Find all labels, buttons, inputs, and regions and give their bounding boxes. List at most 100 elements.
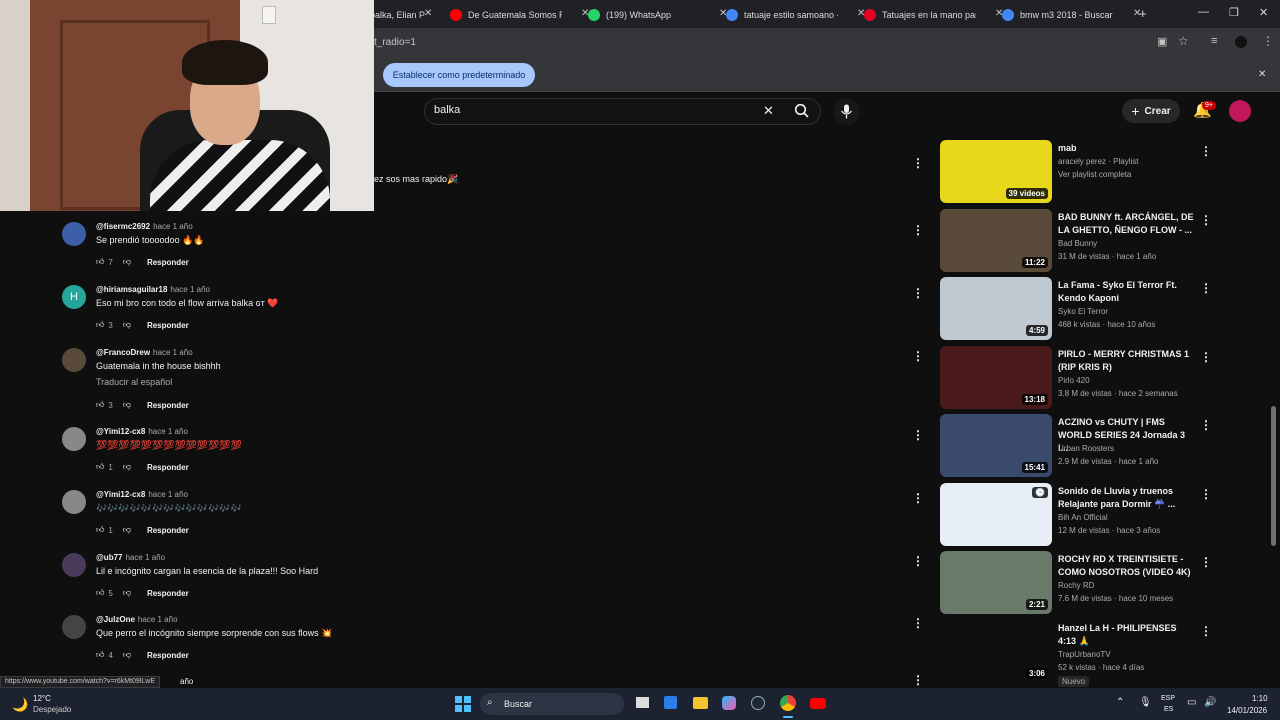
bookmark-star-icon[interactable]: ☆ — [1178, 34, 1189, 48]
comment-author[interactable]: @FrancoDrew — [96, 348, 150, 357]
like-icon[interactable]: 👍︎ — [96, 257, 104, 267]
dislike-icon[interactable]: 👎︎ — [123, 650, 131, 660]
language-top[interactable]: ESP — [1161, 695, 1175, 702]
related-video-item[interactable]: 15:41 ACZINO vs CHUTY | FMS WORLD SERIES … — [940, 414, 1212, 480]
install-icon[interactable]: ▣ — [1157, 35, 1167, 48]
taskbar-search[interactable] — [480, 693, 624, 715]
dislike-icon[interactable]: 👎︎ — [123, 462, 131, 472]
reply-button[interactable]: Responder — [147, 651, 189, 660]
video-thumbnail[interactable]: 3:06 — [940, 620, 1052, 683]
like-icon[interactable]: 👍︎ — [96, 400, 104, 410]
avatar[interactable] — [62, 615, 86, 639]
video-title[interactable]: mab — [1058, 142, 1194, 155]
channel-name[interactable]: Pirlo 420 — [1058, 376, 1090, 385]
reply-button[interactable]: Responder — [147, 321, 189, 330]
video-menu-icon[interactable]: ⋮ — [1200, 350, 1212, 364]
tray-mic-icon[interactable]: 🎙 — [1139, 697, 1152, 708]
dislike-icon[interactable]: 👎︎ — [123, 525, 131, 535]
like-icon[interactable]: 👍︎ — [96, 320, 104, 330]
video-menu-icon[interactable]: ⋮ — [1200, 213, 1212, 227]
comment-menu-icon[interactable]: ⋮ — [912, 349, 924, 363]
dislike-icon[interactable]: 👎︎ — [123, 320, 131, 330]
video-thumbnail[interactable]: 4:59 — [940, 277, 1052, 340]
partial-comment-menu-icon[interactable]: ⋮ — [912, 156, 924, 170]
avatar[interactable] — [62, 427, 86, 451]
url-text[interactable]: t_radio=1 — [374, 37, 416, 48]
video-menu-icon[interactable]: ⋮ — [1200, 144, 1212, 158]
channel-name[interactable]: TrapUrbanoTV — [1058, 650, 1111, 659]
video-menu-icon[interactable]: ⋮ — [1200, 555, 1212, 569]
restore-button[interactable]: ❐ — [1229, 6, 1239, 19]
close-window-button[interactable]: ✕ — [1259, 6, 1268, 19]
chrome-icon[interactable] — [780, 695, 796, 711]
related-video-item[interactable]: 39 videos mab aracely perez · Playlist Ver … — [940, 140, 1212, 206]
comment-time[interactable]: hace 1 año — [148, 490, 188, 499]
browser-tab[interactable]: balka, Elian P — [370, 4, 428, 26]
set-default-button[interactable]: Establecer como predeterminado — [383, 63, 535, 87]
video-title[interactable]: BAD BUNNY ft. ARCÁNGEL, DE LA GHETTO, ÑE… — [1058, 211, 1194, 237]
browser-tab[interactable]: (199) WhatsApp — [588, 4, 700, 26]
channel-name[interactable]: Bih An Official — [1058, 513, 1108, 522]
create-button[interactable]: + Crear — [1122, 99, 1180, 123]
video-thumbnail[interactable]: 15:41 — [940, 414, 1052, 477]
video-menu-icon[interactable]: ⋮ — [1200, 281, 1212, 295]
related-video-item[interactable]: 13:18 PIRLO - MERRY CHRISTMAS 1 (RIP KRIS… — [940, 346, 1212, 412]
like-icon[interactable]: 👍︎ — [96, 650, 104, 660]
clock-time[interactable]: 1:10 — [1252, 694, 1268, 703]
account-avatar[interactable] — [1229, 100, 1251, 122]
browser-menu-icon[interactable]: ⋮ — [1262, 34, 1274, 48]
weather-temp[interactable]: 12°C — [33, 694, 51, 703]
comment-menu-icon[interactable]: ⋮ — [912, 491, 924, 505]
channel-name[interactable]: Rochy RD — [1058, 581, 1094, 590]
video-thumbnail[interactable]: 2:21 — [940, 551, 1052, 614]
like-icon[interactable]: 👍︎ — [96, 588, 104, 598]
comment-menu-icon[interactable]: ⋮ — [912, 616, 924, 630]
clear-search-icon[interactable]: ✕ — [763, 103, 774, 119]
related-video-item[interactable]: 4:59 La Fama - Syko El Terror Ft. Kendo K… — [940, 277, 1212, 343]
related-video-item[interactable]: 2:21 ROCHY RD X TREINTISIETE - COMO NOSOT… — [940, 551, 1212, 617]
steam-icon[interactable] — [751, 696, 765, 710]
avatar[interactable] — [62, 490, 86, 514]
related-video-item[interactable]: 3:06 Hanzel La H - PHILIPENSES 4:13 🙏 Trap… — [940, 620, 1212, 687]
task-view-icon[interactable] — [636, 697, 649, 708]
comment-menu-icon[interactable]: ⋮ — [912, 428, 924, 442]
video-title[interactable]: La Fama - Syko El Terror Ft. Kendo Kapon… — [1058, 279, 1194, 305]
avatar[interactable] — [62, 553, 86, 577]
copilot-icon[interactable] — [722, 696, 736, 710]
new-tab-button[interactable]: + — [1139, 6, 1147, 21]
channel-name[interactable]: Bad Bunny — [1058, 239, 1097, 248]
store-icon[interactable] — [664, 696, 677, 709]
channel-name[interactable]: aracely perez · Playlist — [1058, 157, 1138, 166]
like-icon[interactable]: 👍︎ — [96, 525, 104, 535]
comment-time[interactable]: hace 1 año — [153, 348, 193, 357]
channel-name[interactable]: Syko El Terror — [1058, 307, 1108, 316]
video-thumbnail[interactable]: 🕒 — [940, 483, 1052, 546]
comment-author[interactable]: @ub77 — [96, 553, 122, 562]
video-thumbnail[interactable]: 13:18 — [940, 346, 1052, 409]
related-video-item[interactable]: 🕒 Sonido de Lluvia y truenos Relajante pa… — [940, 483, 1212, 549]
comment-author[interactable]: @hiriamsaguilar18 — [96, 285, 167, 294]
related-video-item[interactable]: 11:22 BAD BUNNY ft. ARCÁNGEL, DE LA GHETT… — [940, 209, 1212, 275]
comment-menu-icon[interactable]: ⋮ — [912, 286, 924, 300]
comment-menu-icon[interactable]: ⋮ — [912, 673, 924, 687]
start-button[interactable] — [455, 696, 471, 712]
comment-menu-icon[interactable]: ⋮ — [912, 554, 924, 568]
video-title[interactable]: Sonido de Lluvia y truenos Relajante par… — [1058, 485, 1194, 511]
avatar[interactable]: H — [62, 285, 86, 309]
comment-author[interactable]: @JulzOne — [96, 615, 135, 624]
dislike-icon[interactable]: 👎︎ — [123, 257, 131, 267]
file-explorer-icon[interactable] — [693, 697, 708, 709]
dislike-icon[interactable]: 👎︎ — [123, 400, 131, 410]
weather-moon-icon[interactable]: 🌙 — [12, 697, 28, 713]
video-title[interactable]: ROCHY RD X TREINTISIETE - COMO NOSOTROS … — [1058, 553, 1194, 579]
comment-author[interactable]: @Yimi12-cx8 — [96, 427, 145, 436]
search-icon[interactable] — [794, 103, 810, 119]
comment-menu-icon[interactable]: ⋮ — [912, 223, 924, 237]
media-controls-icon[interactable]: ≡ — [1211, 35, 1217, 47]
search-input-box[interactable] — [424, 98, 821, 125]
comment-time[interactable]: hace 1 año — [148, 427, 188, 436]
dislike-icon[interactable]: 👎︎ — [123, 588, 131, 598]
watch-later-icon[interactable]: 🕒 — [1032, 487, 1048, 498]
reply-button[interactable]: Responder — [147, 589, 189, 598]
reply-button[interactable]: Responder — [147, 526, 189, 535]
